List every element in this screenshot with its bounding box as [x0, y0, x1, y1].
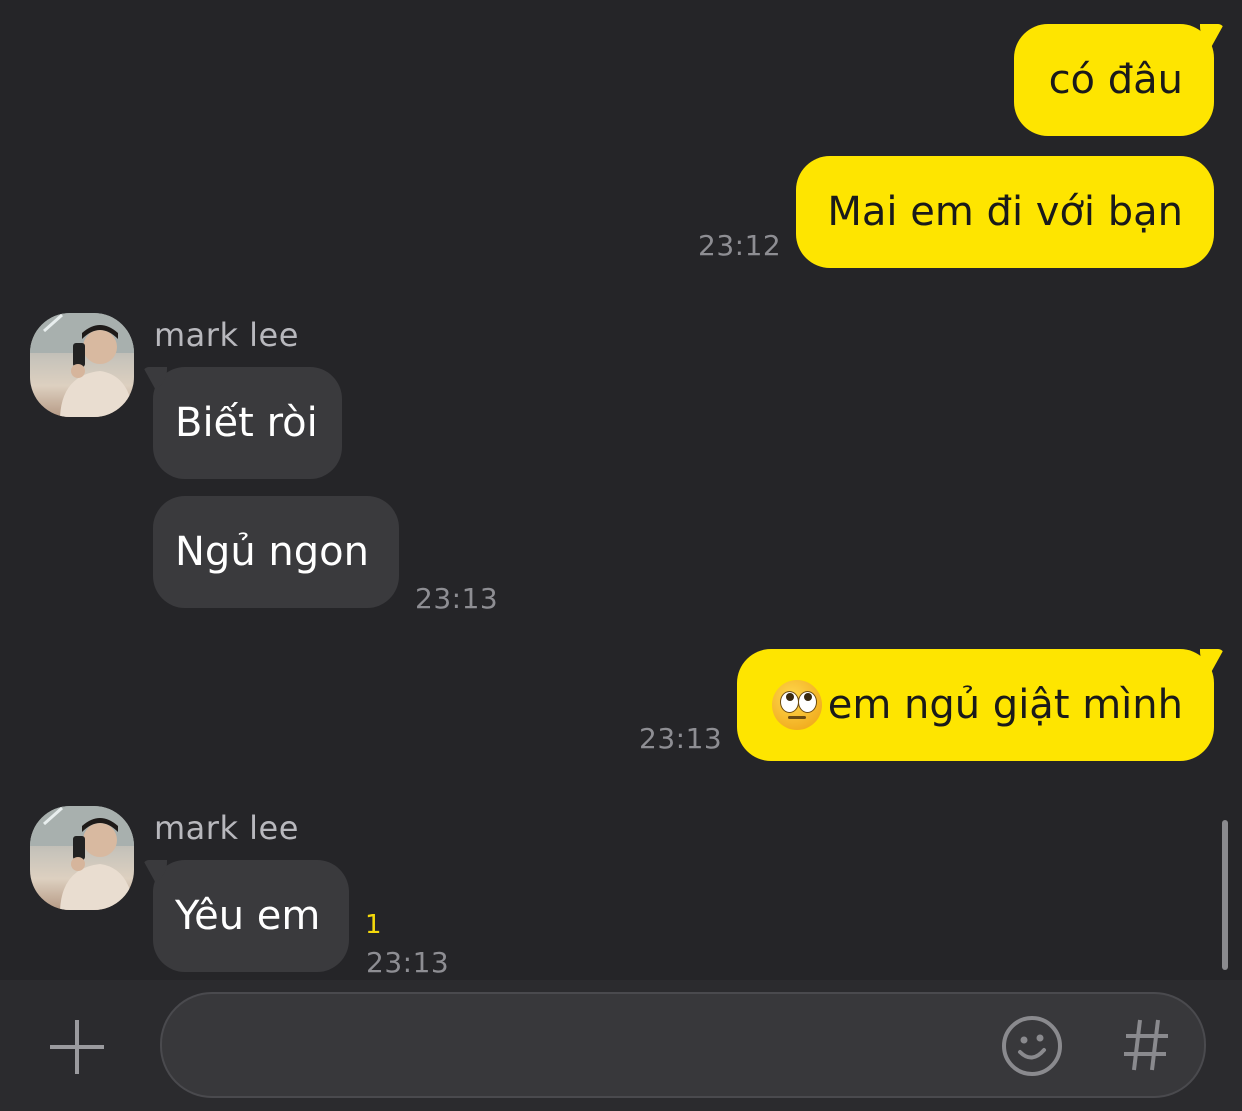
message-text: em ngủ giật mình	[827, 682, 1183, 728]
hashtag-button[interactable]	[1120, 1012, 1172, 1078]
emoticon-button[interactable]	[1000, 1014, 1064, 1078]
emoji-mouth	[787, 716, 806, 719]
unread-count: 1	[365, 910, 382, 940]
message-text: có đâu	[1048, 57, 1183, 103]
message-bubble-incoming[interactable]: Yêu em	[143, 860, 349, 972]
smiley-icon	[1002, 1016, 1062, 1076]
bubble-tail	[143, 860, 167, 886]
message-time: 23:12	[698, 229, 782, 262]
avatar[interactable]	[30, 806, 134, 910]
message-text: Biết ròi	[175, 400, 318, 446]
message-text: Mai em đi với bạn	[827, 189, 1183, 235]
message-text: Ngủ ngon	[175, 529, 369, 575]
sender-name: mark lee	[154, 316, 299, 354]
message-bubble-incoming[interactable]: Biết ròi	[143, 367, 342, 479]
avatar[interactable]	[30, 313, 134, 417]
avatar-photo	[30, 806, 134, 910]
plus-icon	[50, 1020, 104, 1074]
message-bubble-outgoing[interactable]: có đâu	[1014, 24, 1224, 136]
sender-name: mark lee	[154, 809, 299, 847]
emoji-eye	[779, 691, 799, 713]
face-with-rolling-eyes-icon	[771, 680, 822, 730]
avatar-photo	[30, 313, 134, 417]
hash-icon	[1124, 1019, 1168, 1071]
message-time: 23:13	[639, 722, 723, 755]
bubble-tail	[143, 367, 167, 393]
message-bubble-outgoing[interactable]: em ngủ giật mình	[737, 649, 1224, 761]
message-bubble-incoming[interactable]: Ngủ ngon	[153, 496, 399, 608]
chat-area: có đâu 23:12 Mai em đi với bạn mark lee …	[0, 0, 1242, 980]
message-text: Yêu em	[175, 893, 321, 939]
add-attachment-button[interactable]	[46, 1016, 108, 1078]
bubble-tail	[1200, 24, 1224, 50]
message-time: 23:13	[366, 946, 450, 979]
message-time: 23:13	[415, 582, 499, 615]
scrollbar[interactable]	[1222, 820, 1228, 970]
emoji-eye	[797, 691, 817, 713]
bubble-tail	[1200, 649, 1224, 675]
message-bubble-outgoing[interactable]: Mai em đi với bạn	[796, 156, 1214, 268]
